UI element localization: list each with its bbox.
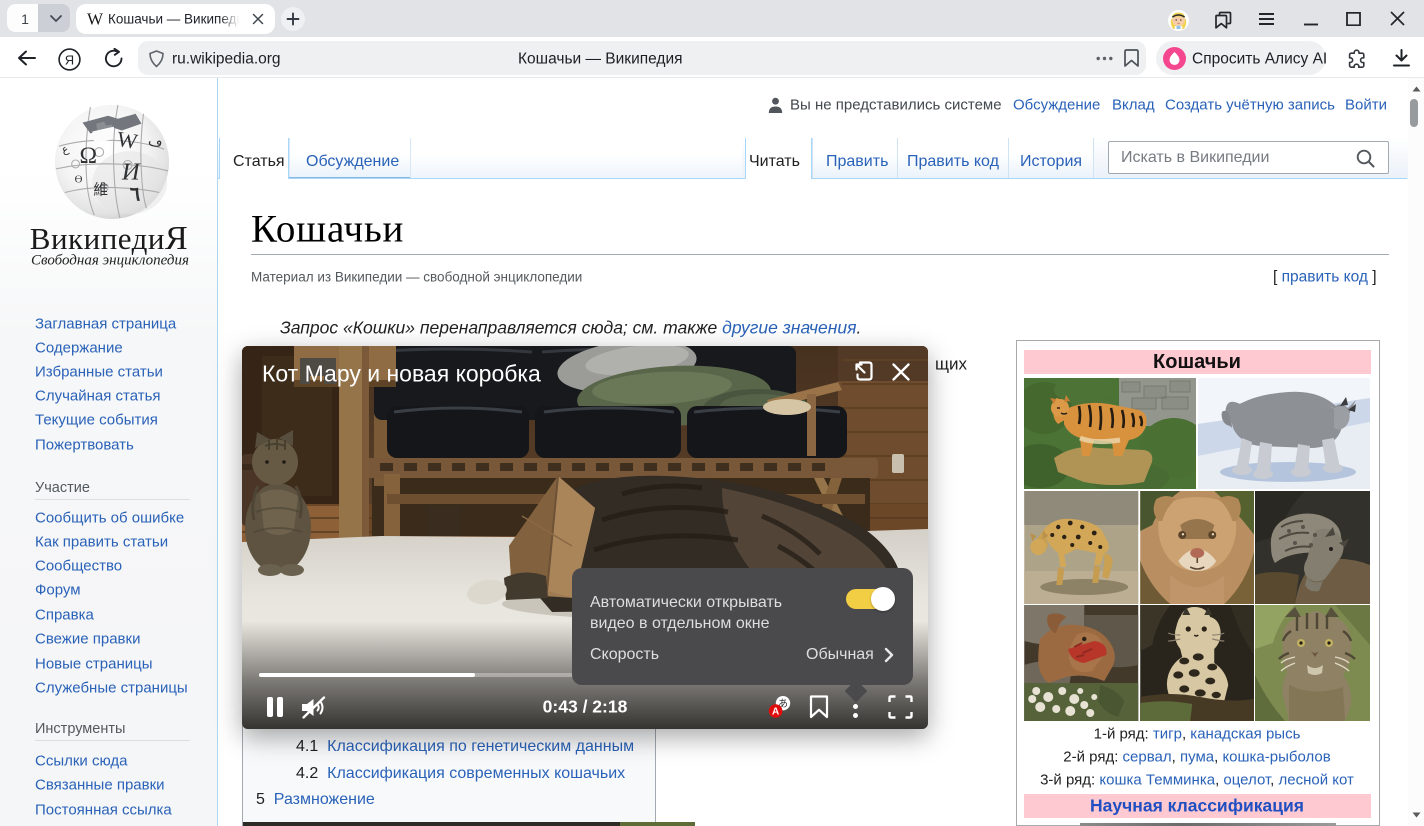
svg-text:A: A — [772, 707, 779, 718]
svg-text:Ω: Ω — [80, 143, 98, 169]
svg-text:維: 維 — [93, 181, 108, 198]
svg-text:И: И — [121, 159, 141, 186]
svg-text:Ө: Ө — [75, 174, 83, 186]
svg-text:Я: Я — [65, 52, 74, 67]
svg-text:٦: ٦ — [130, 183, 141, 205]
